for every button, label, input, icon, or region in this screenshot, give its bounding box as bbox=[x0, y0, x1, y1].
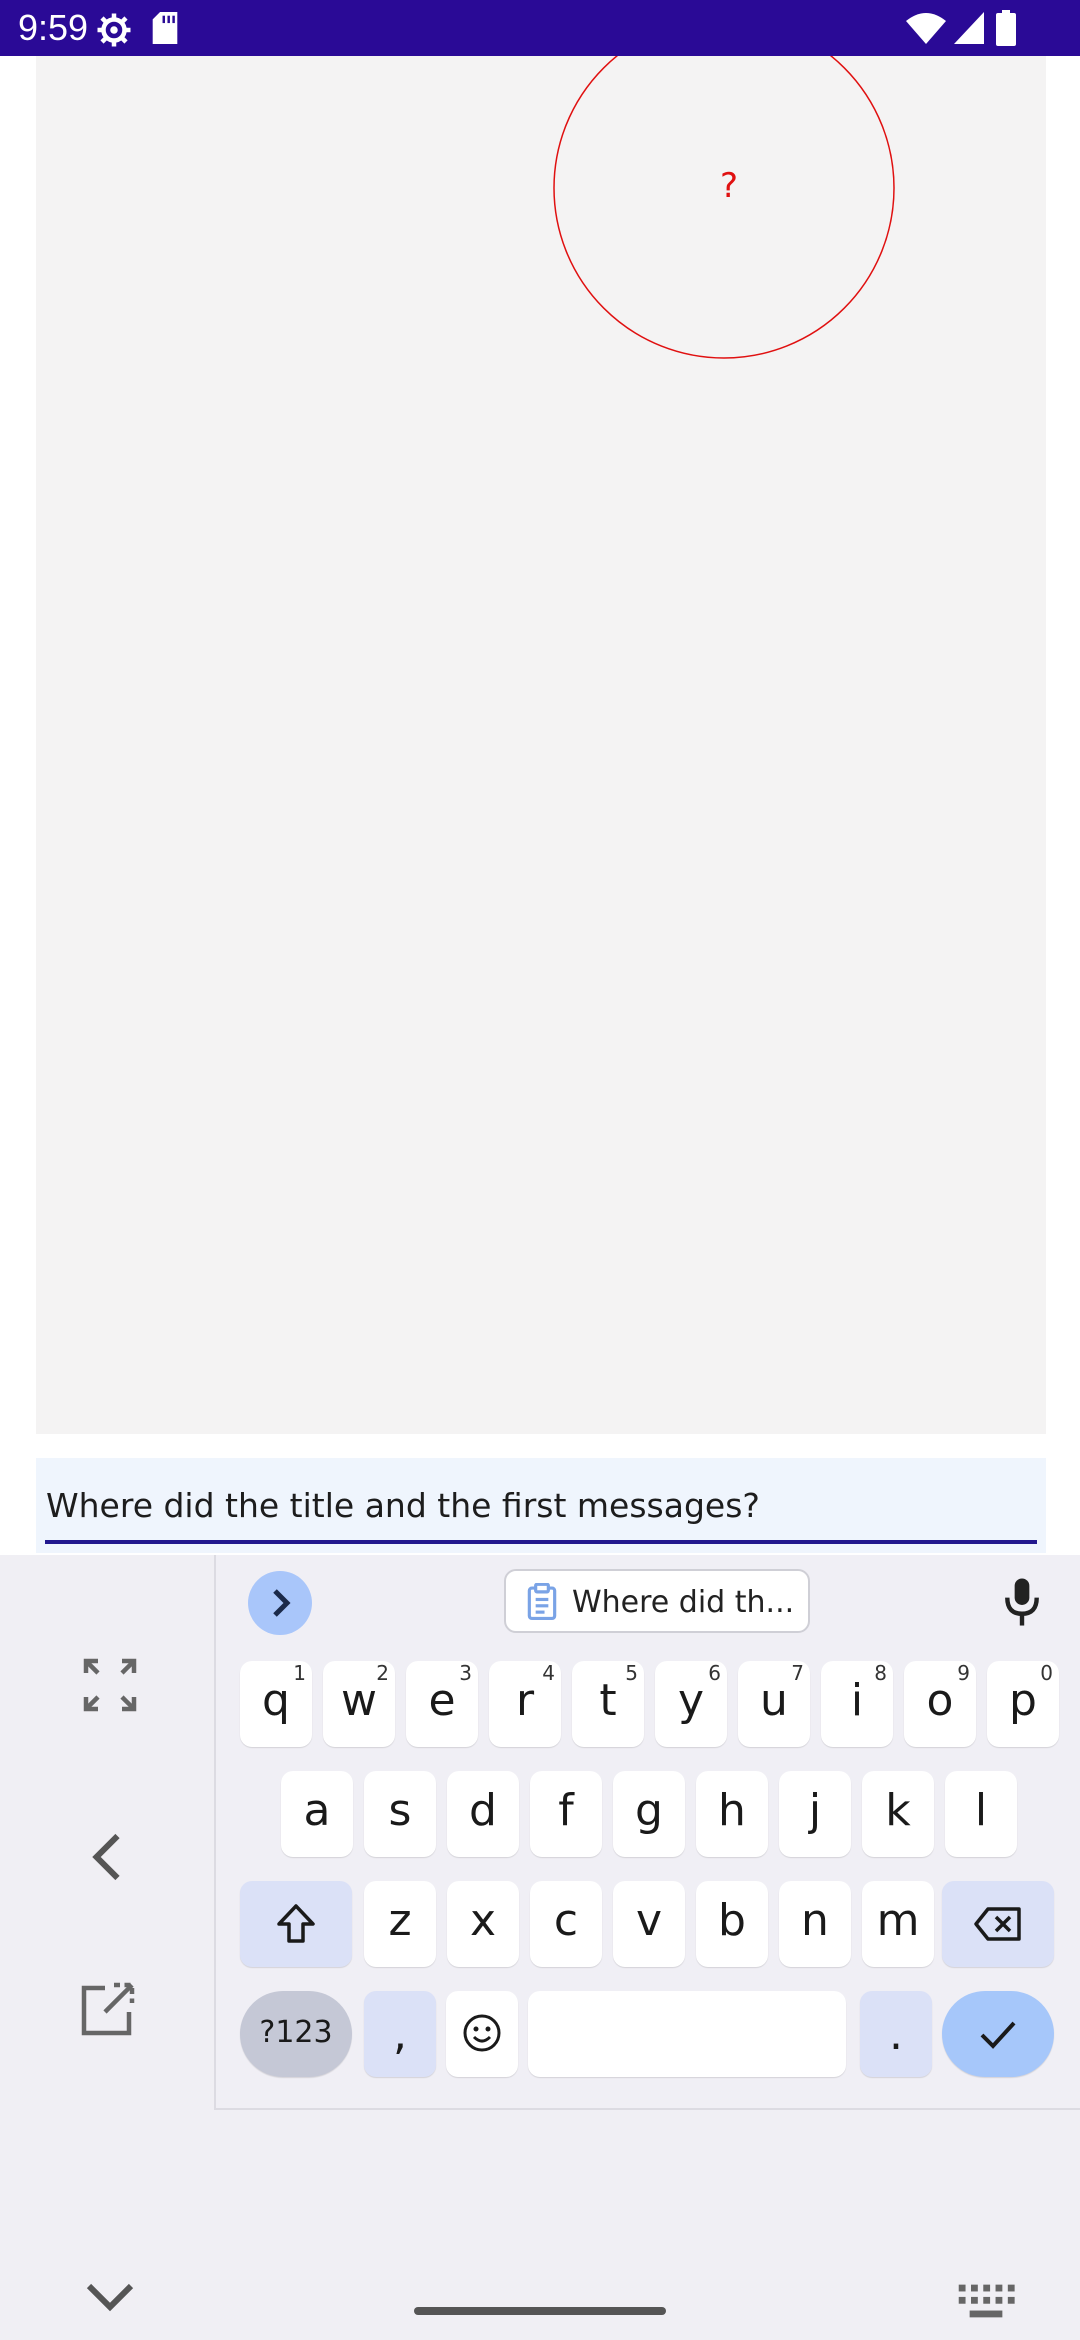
key-hint: 9 bbox=[957, 1661, 970, 1685]
key-m[interactable]: m bbox=[862, 1881, 934, 1967]
marker-circle bbox=[553, 56, 895, 359]
key-d[interactable]: d bbox=[447, 1771, 519, 1857]
microphone-icon[interactable] bbox=[1000, 1577, 1044, 1627]
key-label: l bbox=[974, 1785, 988, 1836]
checkmark-icon bbox=[980, 2021, 1016, 2049]
key-u[interactable]: u7 bbox=[738, 1661, 810, 1747]
key-y[interactable]: y6 bbox=[655, 1661, 727, 1747]
key-hint: 2 bbox=[376, 1661, 389, 1685]
chevron-down-icon[interactable] bbox=[80, 2265, 140, 2325]
key-label: g bbox=[635, 1785, 663, 1836]
key-hint: 8 bbox=[874, 1661, 887, 1685]
drawing-canvas[interactable]: ? bbox=[36, 56, 1046, 1434]
status-bar: 9:59 bbox=[0, 0, 1080, 56]
clipboard-suggestion-chip[interactable]: Where did th... bbox=[504, 1569, 810, 1633]
backspace-icon bbox=[974, 1907, 1021, 1941]
key-e[interactable]: e3 bbox=[406, 1661, 478, 1747]
comma-key-label: , bbox=[393, 2009, 407, 2060]
clipboard-icon bbox=[527, 1583, 557, 1621]
key-hint: 0 bbox=[1040, 1661, 1053, 1685]
key-s[interactable]: s bbox=[364, 1771, 436, 1857]
message-input[interactable]: Where did the title and the first messag… bbox=[36, 1458, 1046, 1553]
input-underline bbox=[45, 1540, 1037, 1544]
key-t[interactable]: t5 bbox=[572, 1661, 644, 1747]
comma-key[interactable]: , bbox=[364, 1991, 436, 2077]
soft-keyboard: Where did th... q1w2e3r4t5y6u7i8o9p0 a s d… bbox=[0, 1555, 1080, 2340]
symbols-key-label: ?123 bbox=[259, 2015, 333, 2050]
sd-card-icon bbox=[152, 12, 178, 44]
key-hint: 7 bbox=[791, 1661, 804, 1685]
emoji-icon bbox=[463, 2014, 501, 2052]
keyboard-panel: Where did th... q1w2e3r4t5y6u7i8o9p0 a s d… bbox=[214, 1555, 1080, 2110]
shift-icon bbox=[277, 1904, 315, 1943]
expand-icon[interactable] bbox=[80, 1655, 140, 1715]
key-z[interactable]: z bbox=[364, 1881, 436, 1967]
period-key[interactable]: . bbox=[860, 1991, 932, 2077]
wifi-icon bbox=[906, 13, 946, 44]
symbols-key[interactable]: ?123 bbox=[240, 1991, 352, 2077]
message-input-value: Where did the title and the first messag… bbox=[46, 1486, 760, 1525]
backspace-key[interactable] bbox=[942, 1881, 1054, 1967]
emoji-key[interactable] bbox=[446, 1991, 518, 2077]
key-label: c bbox=[553, 1895, 579, 1946]
key-hint: 5 bbox=[625, 1661, 638, 1685]
key-g[interactable]: g bbox=[613, 1771, 685, 1857]
key-label: d bbox=[469, 1785, 497, 1836]
enter-key[interactable] bbox=[942, 1991, 1054, 2077]
chevron-left-icon[interactable] bbox=[80, 1827, 140, 1887]
key-o[interactable]: o9 bbox=[904, 1661, 976, 1747]
key-hint: 3 bbox=[459, 1661, 472, 1685]
key-label: k bbox=[885, 1785, 911, 1836]
key-q[interactable]: q1 bbox=[240, 1661, 312, 1747]
key-hint: 6 bbox=[708, 1661, 721, 1685]
key-b[interactable]: b bbox=[696, 1881, 768, 1967]
key-w[interactable]: w2 bbox=[323, 1661, 395, 1747]
key-label: z bbox=[388, 1895, 412, 1946]
key-label: v bbox=[635, 1895, 663, 1946]
keyboard-switch-icon[interactable] bbox=[956, 2271, 1016, 2331]
key-label: f bbox=[558, 1785, 574, 1836]
key-p[interactable]: p0 bbox=[987, 1661, 1059, 1747]
space-key[interactable] bbox=[528, 1991, 846, 2077]
period-key-label: . bbox=[889, 2009, 903, 2060]
key-j[interactable]: j bbox=[779, 1771, 851, 1857]
key-h[interactable]: h bbox=[696, 1771, 768, 1857]
key-hint: 1 bbox=[293, 1661, 306, 1685]
key-x[interactable]: x bbox=[447, 1881, 519, 1967]
key-label: h bbox=[718, 1785, 746, 1836]
key-r[interactable]: r4 bbox=[489, 1661, 561, 1747]
cell-signal-icon bbox=[954, 12, 984, 44]
home-indicator[interactable] bbox=[414, 2307, 666, 2315]
key-label: m bbox=[876, 1895, 920, 1946]
status-time: 9:59 bbox=[18, 7, 89, 48]
canvas-drawing bbox=[553, 56, 895, 359]
key-label: j bbox=[808, 1785, 822, 1836]
chevron-right-icon bbox=[273, 1589, 291, 1617]
settings-gear-icon bbox=[97, 13, 131, 47]
key-f[interactable]: f bbox=[530, 1771, 602, 1857]
key-a[interactable]: a bbox=[281, 1771, 353, 1857]
marker-label: ? bbox=[720, 166, 739, 206]
key-l[interactable]: l bbox=[945, 1771, 1017, 1857]
key-v[interactable]: v bbox=[613, 1881, 685, 1967]
toolbar-expand-button[interactable] bbox=[248, 1571, 312, 1635]
shift-key[interactable] bbox=[240, 1881, 352, 1967]
clipboard-suggestion-text: Where did th... bbox=[572, 1585, 795, 1620]
key-label: a bbox=[303, 1785, 331, 1836]
key-c[interactable]: c bbox=[530, 1881, 602, 1967]
key-label: x bbox=[469, 1895, 497, 1946]
key-k[interactable]: k bbox=[862, 1771, 934, 1857]
key-label: s bbox=[388, 1785, 412, 1836]
pop-out-icon[interactable] bbox=[78, 1979, 138, 2039]
key-n[interactable]: n bbox=[779, 1881, 851, 1967]
key-label: b bbox=[718, 1895, 746, 1946]
key-label: n bbox=[801, 1895, 829, 1946]
key-i[interactable]: i8 bbox=[821, 1661, 893, 1747]
key-hint: 4 bbox=[542, 1661, 555, 1685]
battery-icon bbox=[996, 10, 1016, 46]
